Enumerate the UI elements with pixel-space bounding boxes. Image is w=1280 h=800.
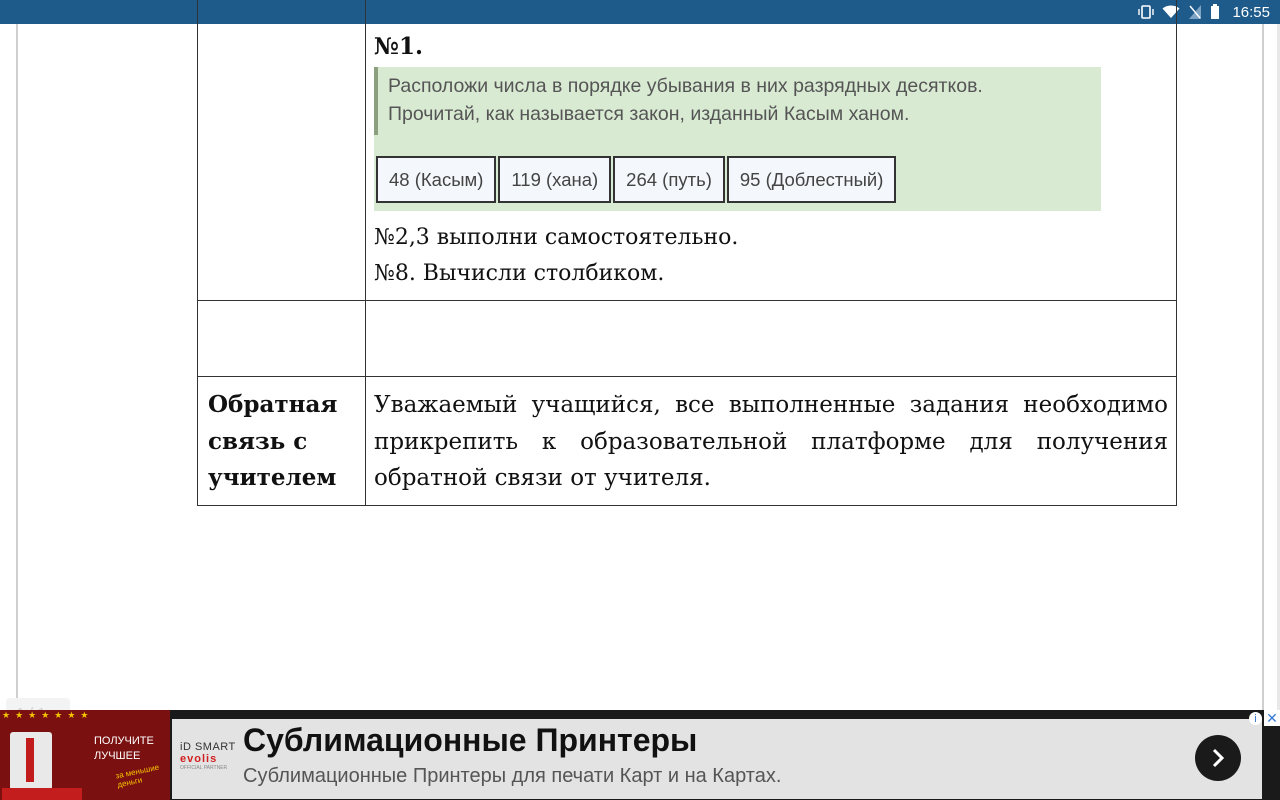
task-box: Расположи числа в порядке убывания в них… xyxy=(374,67,1101,211)
page-edge-right xyxy=(1262,24,1264,710)
table-cell-empty xyxy=(365,300,1177,377)
choice-list: 48 (Касым) 119 (хана) 264 (путь) 95 (Доб… xyxy=(376,156,897,203)
printer-image xyxy=(10,732,52,790)
table-cell-empty xyxy=(197,0,366,301)
task-line: №2,3 выполни самостоятельно. xyxy=(374,225,739,250)
chevron-right-icon xyxy=(1212,748,1225,768)
choice-button[interactable]: 48 (Касым) xyxy=(376,156,497,203)
table-row xyxy=(197,300,1177,377)
page-edge-left xyxy=(16,24,18,710)
ad-banner[interactable]: ★★★★★★★ ПОЛУЧИТЕ ЛУЧШЕЕ за меньшие деньг… xyxy=(0,710,1280,800)
instruction-line: Прочитай, как называется закон, изданный… xyxy=(388,103,910,125)
ad-image[interactable]: ★★★★★★★ ПОЛУЧИТЕ ЛУЧШЕЕ за меньшие деньг… xyxy=(0,710,170,800)
evolis-logo: iD SMART evolis OFFICIAL PARTNER xyxy=(180,741,240,779)
ad-title[interactable]: Сублимационные Принтеры xyxy=(243,722,697,759)
ad-open-button[interactable] xyxy=(1195,735,1241,781)
no-sim-icon xyxy=(1188,4,1202,20)
logo-line: OFFICIAL PARTNER xyxy=(180,765,228,771)
table-cell-empty xyxy=(197,300,366,377)
clock: 16:55 xyxy=(1232,3,1270,21)
table-row: Обратная связь с учителем Уважаемый учащ… xyxy=(197,376,1177,506)
task-line: №8. Вычисли столбиком. xyxy=(374,261,665,286)
info-icon[interactable]: i xyxy=(1249,712,1262,725)
choice-button[interactable]: 95 (Доблестный) xyxy=(726,156,897,203)
lesson-table: №1. Расположи числа в порядке убывания в… xyxy=(197,0,1177,506)
feedback-text: Уважаемый учащийся, все выполненные зада… xyxy=(365,376,1177,506)
choice-button[interactable]: 264 (путь) xyxy=(613,156,725,203)
table-row: №1. Расположи числа в порядке убывания в… xyxy=(197,0,1177,301)
feedback-label: Обратная связь с учителем xyxy=(197,376,366,506)
task-cell: №1. Расположи числа в порядке убывания в… xyxy=(365,0,1177,301)
document-viewer[interactable]: №1. Расположи числа в порядке убывания в… xyxy=(0,0,1280,728)
task-number: №1. xyxy=(374,33,424,60)
instruction-line: Расположи числа в порядке убывания в них… xyxy=(388,75,983,97)
close-icon[interactable]: ✕ xyxy=(1264,710,1280,726)
logo-line: iD SMART xyxy=(180,741,236,753)
ad-promo-subtext: за меньшие деньги xyxy=(114,762,160,790)
cut-off-heading xyxy=(374,0,1168,25)
choice-button[interactable]: 119 (хана) xyxy=(498,156,612,203)
ad-description[interactable]: Сублимационные Принтеры для печати Карт … xyxy=(243,765,781,788)
ad-image-base xyxy=(2,788,82,800)
logo-line: evolis xyxy=(180,753,218,765)
task-instruction: Расположи числа в порядке убывания в них… xyxy=(374,67,1101,135)
battery-icon xyxy=(1210,4,1220,20)
stars-decoration: ★★★★★★★ xyxy=(2,710,94,720)
ad-content[interactable]: iD SMART evolis OFFICIAL PARTNER Сублима… xyxy=(172,719,1262,799)
task-lines: №2,3 выполни самостоятельно. №8. Вычисли… xyxy=(374,220,1168,292)
ad-promo-text: ПОЛУЧИТЕ ЛУЧШЕЕ xyxy=(94,735,154,762)
